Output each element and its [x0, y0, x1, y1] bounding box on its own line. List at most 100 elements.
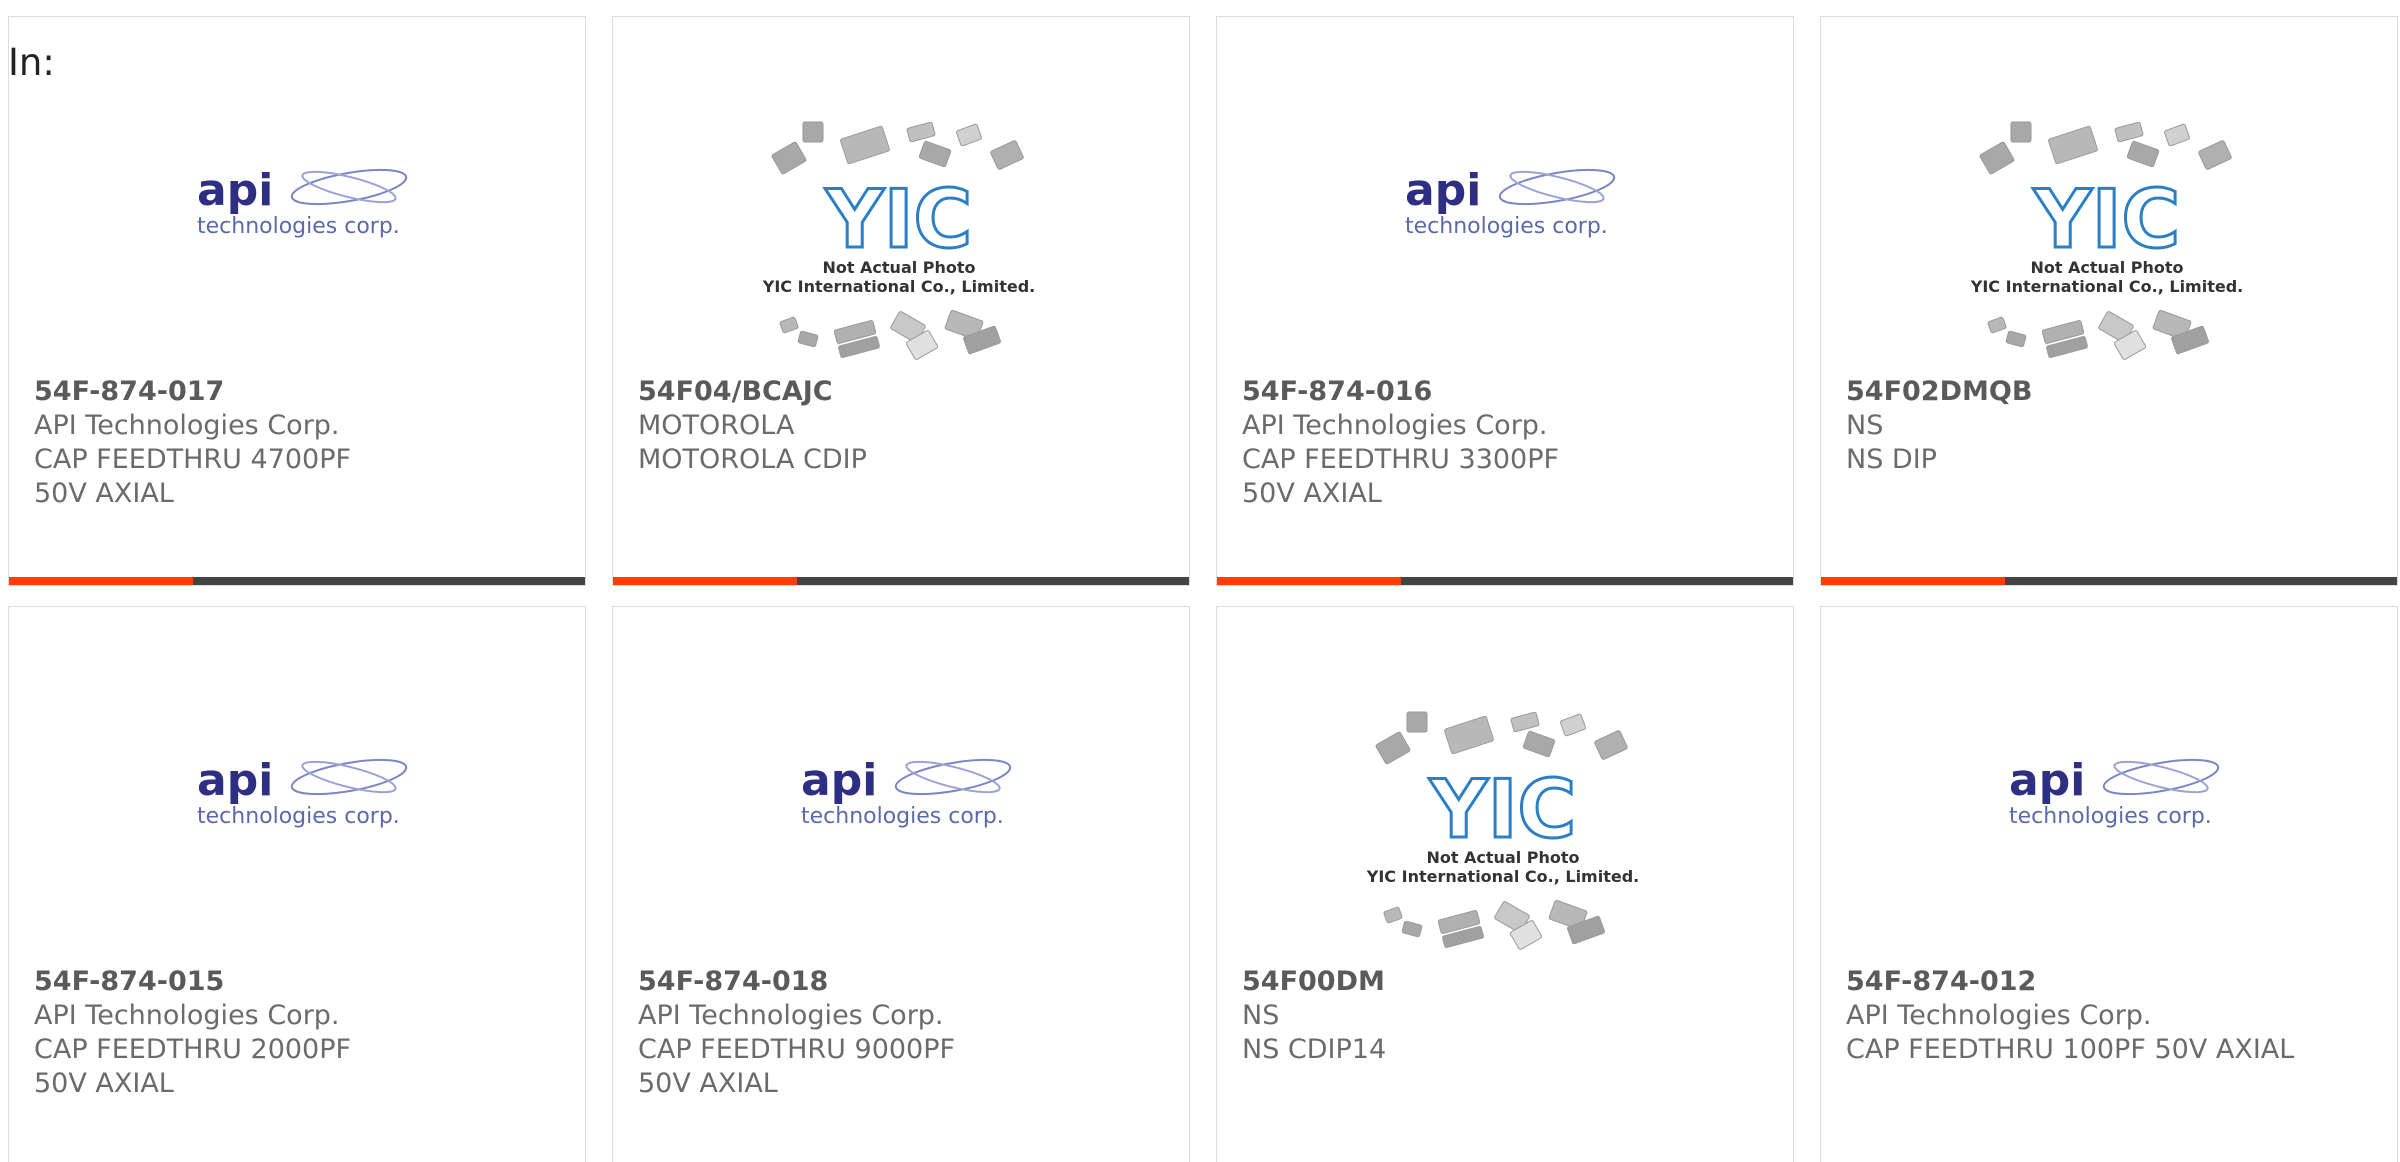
chip-icon	[1406, 711, 1428, 733]
product-info: 54F-874-015 API Technologies Corp. CAP FEE…	[34, 965, 575, 1101]
chip-icon	[1522, 730, 1556, 758]
manufacturer: NS	[1242, 1000, 1280, 1031]
yic-logo-name: YIC	[825, 173, 972, 266]
api-logo: apitechnologies corp.	[197, 755, 408, 829]
product-info: 54F-874-018 API Technologies Corp. CAP FEE…	[638, 965, 1179, 1101]
product-info: 54F-874-012 API Technologies Corp. CAP FEE…	[1846, 965, 2387, 1067]
progress-fill	[9, 577, 194, 585]
yic-logo: YICNot Actual PhotoYIC International Co.…	[1970, 121, 2243, 360]
description: CAP FEEDTHRU 100PF 50V AXIAL	[1846, 1034, 2295, 1065]
product-info: 54F02DMQB NS NS DIP	[1846, 375, 2387, 477]
product-image[interactable]: api technologies corp.	[9, 17, 585, 367]
manufacturer: API Technologies Corp.	[638, 1000, 944, 1031]
chip-icon	[2126, 140, 2160, 168]
product-card[interactable]: YIC Not Actual Photo YIC International Co.…	[612, 16, 1190, 586]
chip-icon	[2198, 140, 2232, 170]
api-logo-name: api	[801, 755, 877, 806]
progress-bar	[613, 577, 1189, 585]
filter-label: In:	[8, 41, 55, 84]
product-info: 54F04/BCAJC MOTOROLA MOTOROLA CDIP	[638, 375, 1179, 477]
product-card[interactable]: api technologies corp. 54F-874-012 API Tech…	[1820, 606, 2398, 1162]
chip-icon	[2048, 125, 2098, 165]
yic-logo-line1: Not Actual Photo	[2030, 258, 2183, 277]
chip-icon	[840, 125, 890, 165]
chip-icon	[2163, 123, 2191, 147]
chip-icon	[1383, 906, 1403, 924]
yic-logo-name: YIC	[1429, 763, 1576, 856]
yic-logo-line2: YIC International Co., Limited.	[1366, 867, 1639, 886]
description: CAP FEEDTHRU 9000PF 50V AXIAL	[638, 1034, 956, 1099]
part-number[interactable]: 54F-874-016	[1242, 375, 1783, 409]
manufacturer: NS	[1846, 410, 1884, 441]
chip-icon	[771, 141, 807, 175]
part-number[interactable]: 54F-874-012	[1846, 965, 2387, 999]
chip-icon	[1401, 920, 1423, 938]
manufacturer: API Technologies Corp.	[34, 410, 340, 441]
api-logo-name: api	[197, 755, 273, 806]
product-info: 54F-874-016 API Technologies Corp. CAP FEE…	[1242, 375, 1783, 511]
chip-icon	[779, 316, 799, 334]
api-logo: apitechnologies corp.	[1405, 165, 1616, 239]
chip-icon	[1979, 141, 2015, 175]
product-card[interactable]: YIC Not Actual Photo YIC International Co.…	[1216, 606, 1794, 1162]
manufacturer: MOTOROLA	[638, 410, 795, 441]
progress-bar	[1821, 577, 2397, 585]
product-info: 54F-874-017 API Technologies Corp. CAP FEE…	[34, 375, 575, 511]
yic-logo: YICNot Actual PhotoYIC International Co.…	[1366, 711, 1639, 950]
api-logo-sub: technologies corp.	[801, 804, 1004, 829]
api-logo-name: api	[1405, 165, 1481, 216]
progress-fill	[1821, 577, 2006, 585]
manufacturer: API Technologies Corp.	[34, 1000, 340, 1031]
chip-icon	[918, 140, 952, 168]
api-logo-name: api	[2009, 755, 2085, 806]
description: NS DIP	[1846, 444, 1937, 475]
yic-logo-line1: Not Actual Photo	[1426, 848, 1579, 867]
chip-icon	[906, 121, 936, 143]
api-logo-sub: technologies corp.	[197, 804, 400, 829]
product-grid-page: In: api technologies corp. 54F-874-017 API …	[0, 0, 2400, 1162]
manufacturer: API Technologies Corp.	[1242, 410, 1548, 441]
description: NS CDIP14	[1242, 1034, 1387, 1065]
chip-icon	[2114, 121, 2144, 143]
product-info: 54F00DM NS NS CDIP14	[1242, 965, 1783, 1067]
yic-logo-line2: YIC International Co., Limited.	[1970, 277, 2243, 296]
yic-logo: YICNot Actual PhotoYIC International Co.…	[762, 121, 1035, 360]
chip-icon	[1559, 713, 1587, 737]
progress-fill	[613, 577, 798, 585]
chip-icon	[1375, 731, 1411, 765]
chip-icon	[802, 121, 824, 143]
chip-icon	[1594, 730, 1628, 760]
part-number[interactable]: 54F-874-017	[34, 375, 575, 409]
part-number[interactable]: 54F02DMQB	[1846, 375, 2387, 409]
product-image[interactable]: api technologies corp.	[1821, 607, 2397, 957]
chip-icon	[2010, 121, 2032, 143]
yic-logo-line2: YIC International Co., Limited.	[762, 277, 1035, 296]
product-image[interactable]: api technologies corp.	[613, 607, 1189, 957]
api-logo: apitechnologies corp.	[2009, 755, 2220, 829]
product-card[interactable]: api technologies corp. 54F-874-015 API Tech…	[8, 606, 586, 1162]
description: CAP FEEDTHRU 3300PF 50V AXIAL	[1242, 444, 1560, 509]
product-image[interactable]: api technologies corp.	[1217, 17, 1793, 367]
api-logo-sub: technologies corp.	[1405, 214, 1608, 239]
product-card[interactable]: api technologies corp. 54F-874-018 API Tech…	[612, 606, 1190, 1162]
description: CAP FEEDTHRU 4700PF 50V AXIAL	[34, 444, 352, 509]
part-number[interactable]: 54F-874-018	[638, 965, 1179, 999]
chip-icon	[1987, 316, 2007, 334]
progress-fill	[1217, 577, 1402, 585]
product-card[interactable]: api technologies corp. 54F-874-017 API Tech…	[8, 16, 586, 586]
api-logo-sub: technologies corp.	[197, 214, 400, 239]
product-card[interactable]: YIC Not Actual Photo YIC International Co.…	[1820, 16, 2398, 586]
product-image[interactable]: YIC Not Actual Photo YIC International Co.…	[1217, 607, 1793, 957]
part-number[interactable]: 54F00DM	[1242, 965, 1783, 999]
product-image[interactable]: api technologies corp.	[9, 607, 585, 957]
product-image[interactable]: YIC Not Actual Photo YIC International Co.…	[1821, 17, 2397, 367]
part-number[interactable]: 54F-874-015	[34, 965, 575, 999]
product-card[interactable]: api technologies corp. 54F-874-016 API Tech…	[1216, 16, 1794, 586]
part-number[interactable]: 54F04/BCAJC	[638, 375, 1179, 409]
chip-icon	[797, 330, 819, 348]
chip-icon	[1510, 711, 1540, 733]
chip-icon	[1444, 715, 1494, 755]
progress-bar	[1217, 577, 1793, 585]
api-logo: apitechnologies corp.	[801, 755, 1012, 829]
product-image[interactable]: YIC Not Actual Photo YIC International Co.…	[613, 17, 1189, 367]
